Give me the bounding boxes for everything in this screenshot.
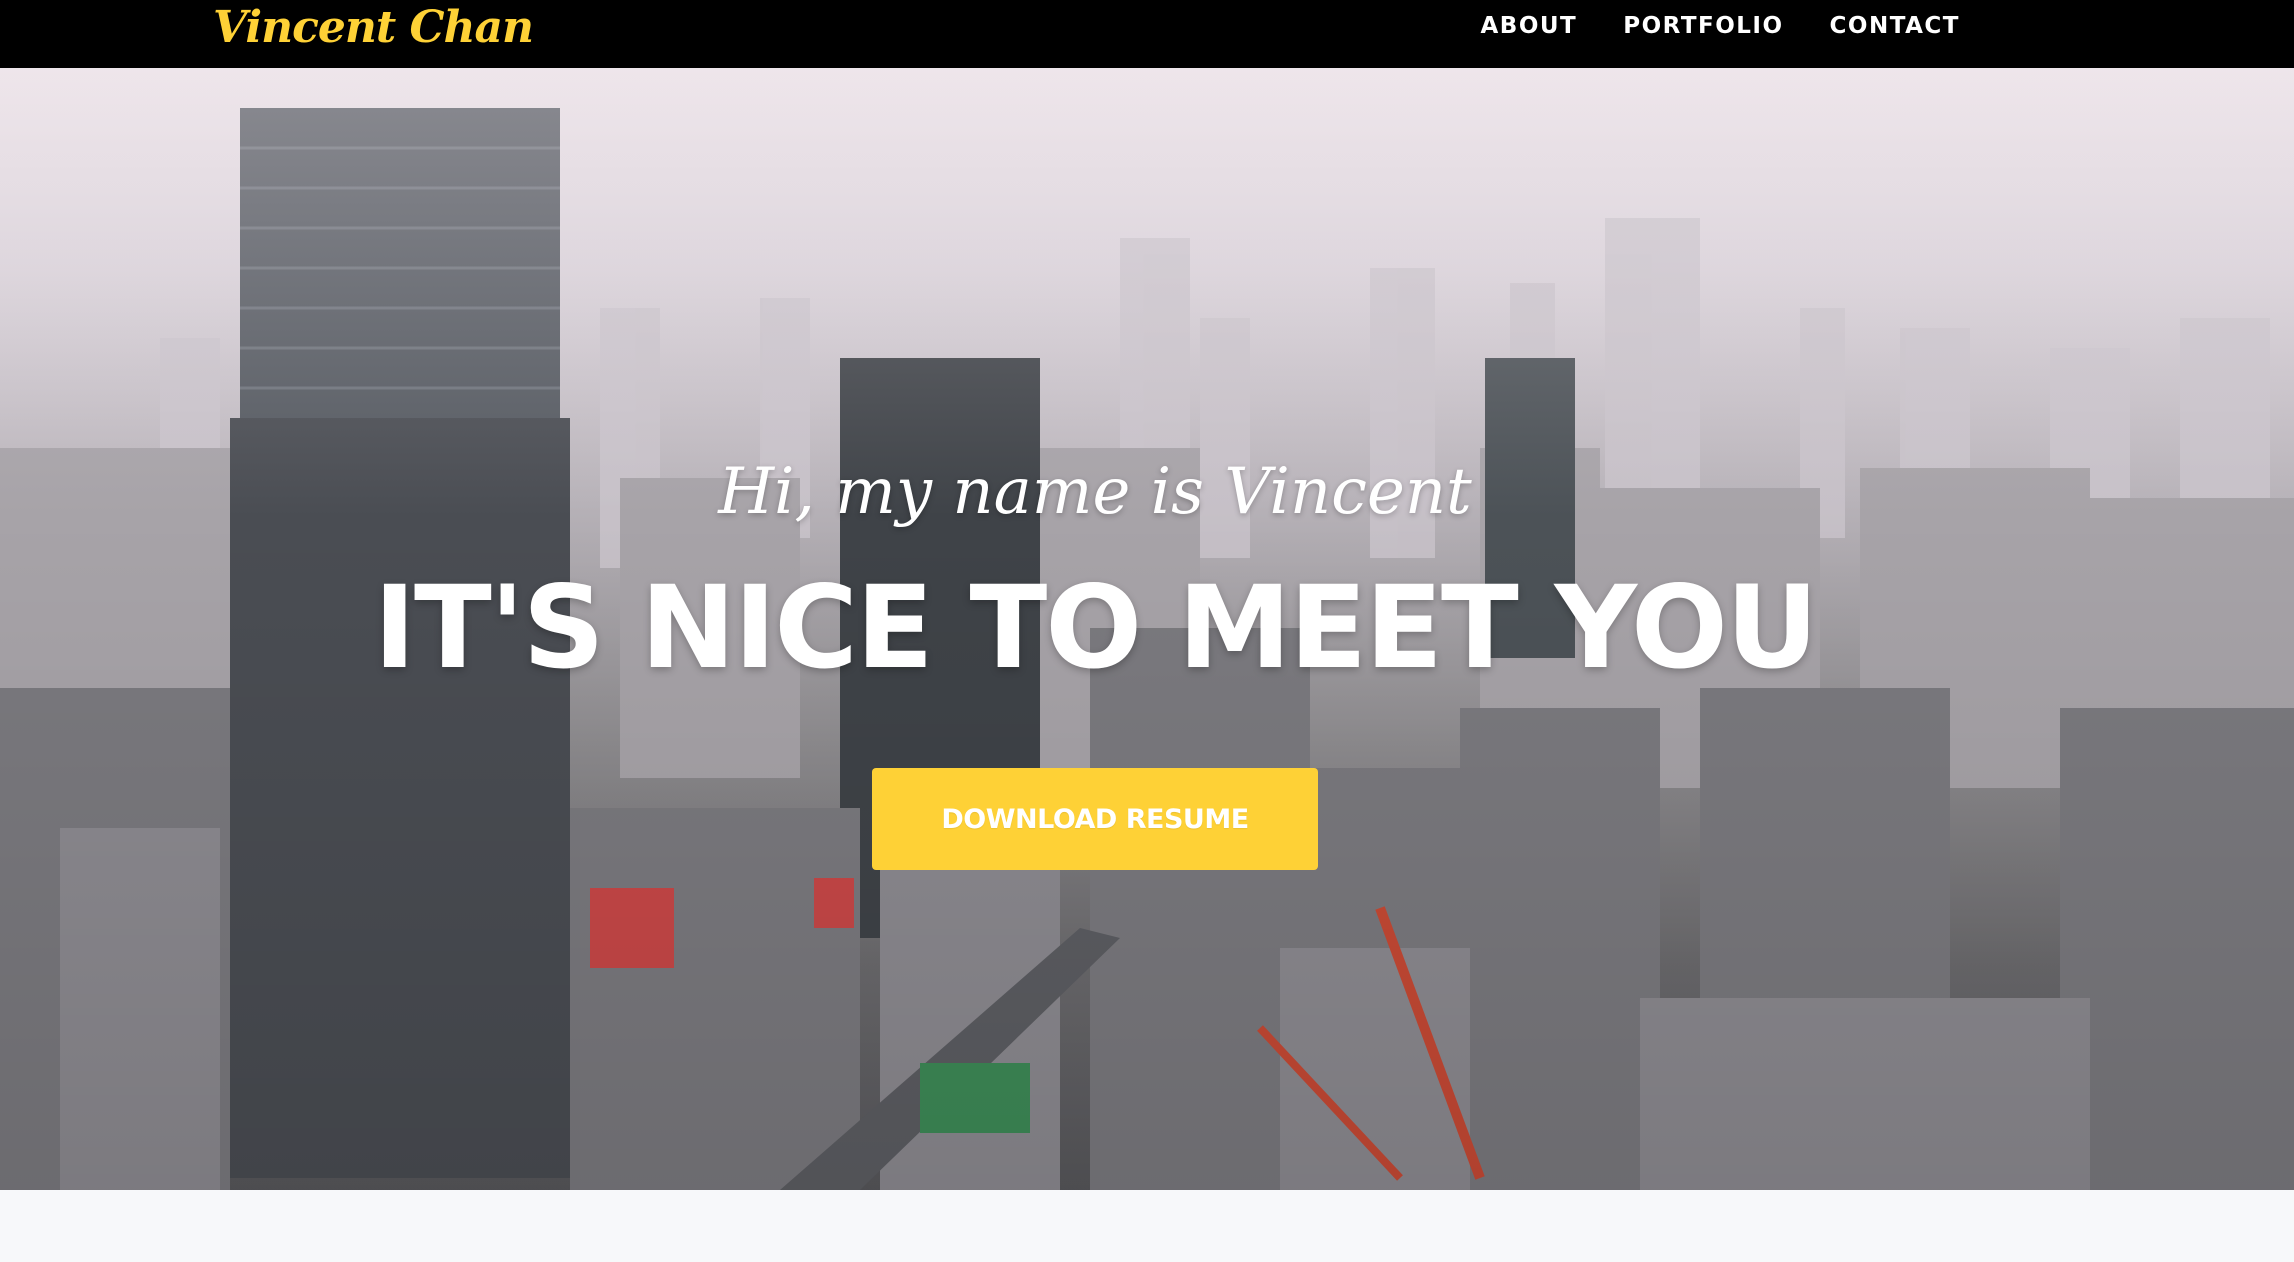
nav-link-portfolio[interactable]: PORTFOLIO	[1623, 13, 1783, 39]
hero-heading: IT'S NICE TO MEET YOU	[373, 561, 1819, 694]
nav-link-about[interactable]: ABOUT	[1480, 13, 1577, 39]
nav-link-contact[interactable]: CONTACT	[1830, 13, 1960, 39]
download-resume-button[interactable]: DOWNLOAD RESUME	[872, 768, 1318, 870]
nav-links: ABOUT PORTFOLIO CONTACT	[1480, 0, 1960, 52]
navbar: Vincent Chan ABOUT PORTFOLIO CONTACT	[0, 0, 2294, 68]
hero-section: Hi, my name is Vincent IT'S NICE TO MEET…	[0, 68, 2294, 1190]
brand-logo-link[interactable]: Vincent Chan	[213, 0, 534, 56]
hero-subheading: Hi, my name is Vincent	[718, 455, 1472, 529]
